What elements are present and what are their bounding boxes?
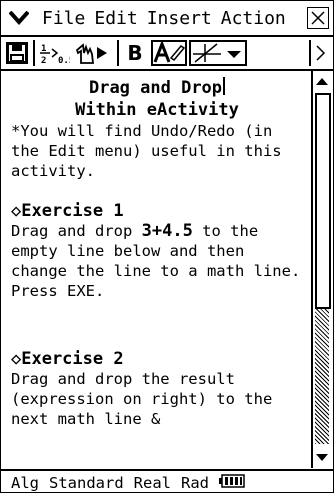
close-icon[interactable]: [307, 7, 329, 29]
status-number[interactable]: Real: [134, 474, 171, 492]
scroll-right-icon[interactable]: [309, 40, 329, 66]
exercise-2-text: Drag and drop the result (expression on …: [11, 370, 273, 428]
menu-edit[interactable]: Edit: [94, 8, 137, 29]
title-line-1: Drag and Drop: [88, 78, 223, 98]
status-mode[interactable]: Alg: [11, 474, 39, 492]
exercise-2-heading: ◇Exercise 2: [11, 349, 124, 369]
pointer-run-icon[interactable]: [75, 40, 113, 66]
scroll-up-icon[interactable]: [314, 73, 330, 89]
activity-title: Drag and Drop Within eActivity: [11, 77, 303, 121]
exercise-1-text: Drag and drop 3+4.5 to the empty line be…: [11, 221, 303, 301]
scroll-down-icon[interactable]: [314, 450, 330, 466]
save-icon[interactable]: [5, 40, 29, 66]
bold-label: B: [127, 41, 143, 65]
scroll-track[interactable]: [315, 309, 329, 444]
intro-text: *You will find Undo/Redo (in the Edit me…: [11, 122, 282, 180]
exercise-1-heading: ◇Exercise 1: [11, 201, 124, 221]
menubar: File Edit Insert Action: [1, 1, 333, 37]
toolbar-separator: [117, 40, 119, 66]
eactivity-content[interactable]: Drag and Drop Within eActivity *You will…: [1, 71, 311, 468]
svg-text:0.5: 0.5: [58, 56, 70, 65]
status-format[interactable]: Standard: [49, 474, 124, 492]
text-cursor: [223, 77, 226, 95]
vertical-scrollbar[interactable]: [311, 71, 331, 468]
toolbar: 1 2 0.5 B: [1, 37, 333, 71]
fraction-convert-icon[interactable]: 1 2 0.5: [39, 40, 71, 66]
menu-insert[interactable]: Insert: [147, 8, 212, 29]
status-angle[interactable]: Rad: [181, 474, 209, 492]
toolbar-separator: [33, 40, 35, 66]
scroll-thumb[interactable]: [315, 93, 331, 309]
menu-action[interactable]: Action: [221, 8, 286, 29]
exercise-1-text-pre: Drag and drop: [11, 222, 142, 240]
main-menu-icon[interactable]: [9, 9, 29, 27]
bold-icon[interactable]: B: [123, 40, 147, 66]
status-bar: Alg Standard Real Rad: [1, 469, 333, 494]
exercise-1-press: Press EXE.: [11, 282, 105, 300]
svg-text:2: 2: [41, 56, 46, 65]
menu-file[interactable]: File: [42, 8, 85, 29]
battery-icon: [218, 473, 245, 492]
draggable-expression[interactable]: 3+4.5: [142, 221, 193, 241]
title-line-2: Within eActivity: [75, 100, 239, 120]
text-style-icon[interactable]: [151, 40, 187, 66]
graph-icon[interactable]: [189, 40, 247, 66]
app-window: File Edit Insert Action 1 2 0.5: [0, 0, 334, 493]
